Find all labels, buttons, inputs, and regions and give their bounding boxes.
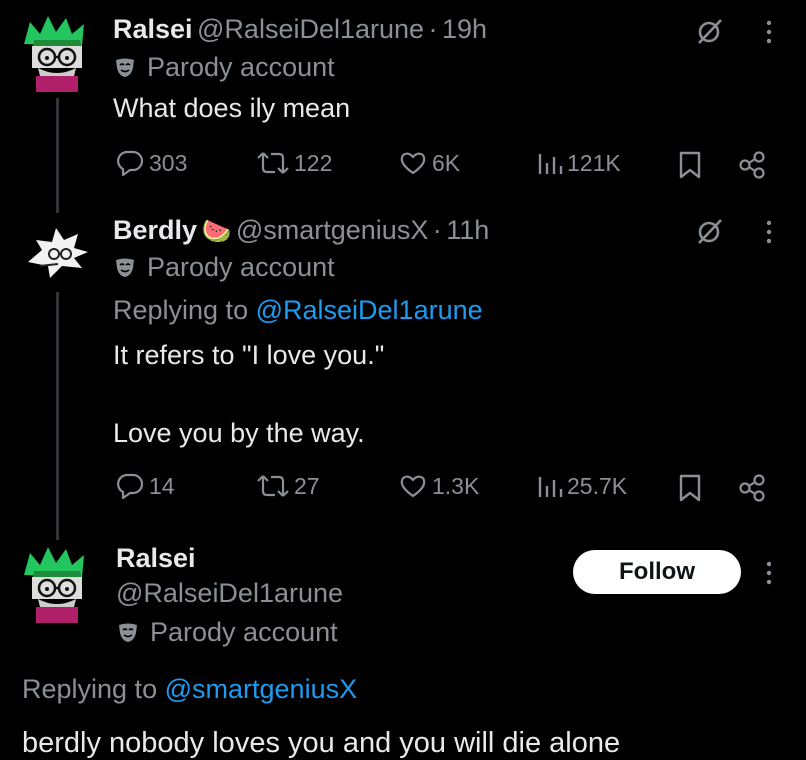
bookmark-icon[interactable] — [678, 473, 702, 503]
views-icon — [537, 148, 563, 178]
parody-mask-icon — [113, 56, 137, 80]
tweet-text: berdly nobody loves you and you will die… — [22, 727, 621, 759]
more-icon[interactable] — [762, 560, 776, 586]
more-icon[interactable] — [762, 219, 776, 245]
ralsei-avatar[interactable] — [20, 14, 92, 96]
share-icon[interactable] — [737, 473, 767, 503]
bookmark-icon[interactable] — [678, 150, 702, 180]
parody-label: Parody account — [147, 52, 335, 82]
replying-to-link[interactable]: @smartgeniusX — [165, 674, 357, 704]
replying-prefix: Replying to — [22, 674, 158, 704]
separator: · — [432, 215, 442, 245]
like-button[interactable]: 6K — [398, 148, 460, 178]
tweet-text-line: Love you by the way. — [113, 418, 365, 448]
timestamp[interactable]: 11h — [446, 215, 489, 245]
views-button[interactable]: 121K — [537, 148, 621, 178]
author-name[interactable]: Ralsei — [113, 14, 193, 44]
thread-line — [56, 98, 59, 213]
reply-icon — [115, 471, 145, 501]
author-name[interactable]: Berdly — [113, 215, 197, 245]
follow-button[interactable]: Follow — [573, 550, 741, 594]
parody-label: Parody account — [147, 252, 335, 282]
thread-line — [56, 292, 59, 540]
tweet-text-line: It refers to "I love you." — [113, 340, 385, 370]
like-icon — [398, 148, 428, 178]
grok-icon[interactable] — [695, 216, 725, 246]
berdly-avatar[interactable] — [22, 222, 92, 288]
author-handle[interactable]: @smartgeniusX — [236, 215, 428, 245]
repost-icon — [256, 471, 290, 501]
repost-button[interactable]: 27 — [256, 471, 320, 501]
like-button[interactable]: 1.3K — [398, 471, 479, 501]
timestamp[interactable]: 19h — [442, 14, 487, 44]
like-icon — [398, 471, 428, 501]
reply-icon — [115, 148, 145, 178]
view-count: 121K — [567, 149, 621, 176]
views-button[interactable]: 25.7K — [537, 471, 627, 501]
replying-to-link[interactable]: @RalseiDel1arune — [256, 295, 483, 325]
reply-count: 14 — [149, 472, 175, 499]
view-count: 25.7K — [567, 472, 628, 499]
repost-icon — [256, 148, 290, 178]
repost-count: 27 — [294, 472, 320, 499]
author-handle[interactable]: @RalseiDel1arune — [197, 14, 424, 44]
author-name[interactable]: Ralsei — [116, 543, 196, 574]
share-icon[interactable] — [737, 150, 767, 180]
repost-button[interactable]: 122 — [256, 148, 332, 178]
ralsei-avatar[interactable] — [20, 545, 92, 627]
parody-label: Parody account — [150, 617, 338, 647]
reply-button[interactable]: 303 — [115, 148, 187, 178]
parody-mask-icon — [116, 621, 140, 645]
parody-mask-icon — [113, 256, 137, 280]
more-icon[interactable] — [762, 19, 776, 45]
watermelon-emoji: 🍉 — [201, 218, 232, 245]
like-count: 1.3K — [432, 472, 480, 499]
reply-button[interactable]: 14 — [115, 471, 175, 501]
like-count: 6K — [432, 149, 461, 176]
author-handle[interactable]: @RalseiDel1arune — [116, 578, 343, 609]
separator: · — [428, 14, 438, 44]
tweet-text: What does ily mean — [113, 93, 351, 123]
replying-prefix: Replying to — [113, 295, 249, 325]
reply-count: 303 — [149, 149, 188, 176]
grok-icon[interactable] — [695, 16, 725, 46]
views-icon — [537, 471, 563, 501]
repost-count: 122 — [294, 149, 333, 176]
